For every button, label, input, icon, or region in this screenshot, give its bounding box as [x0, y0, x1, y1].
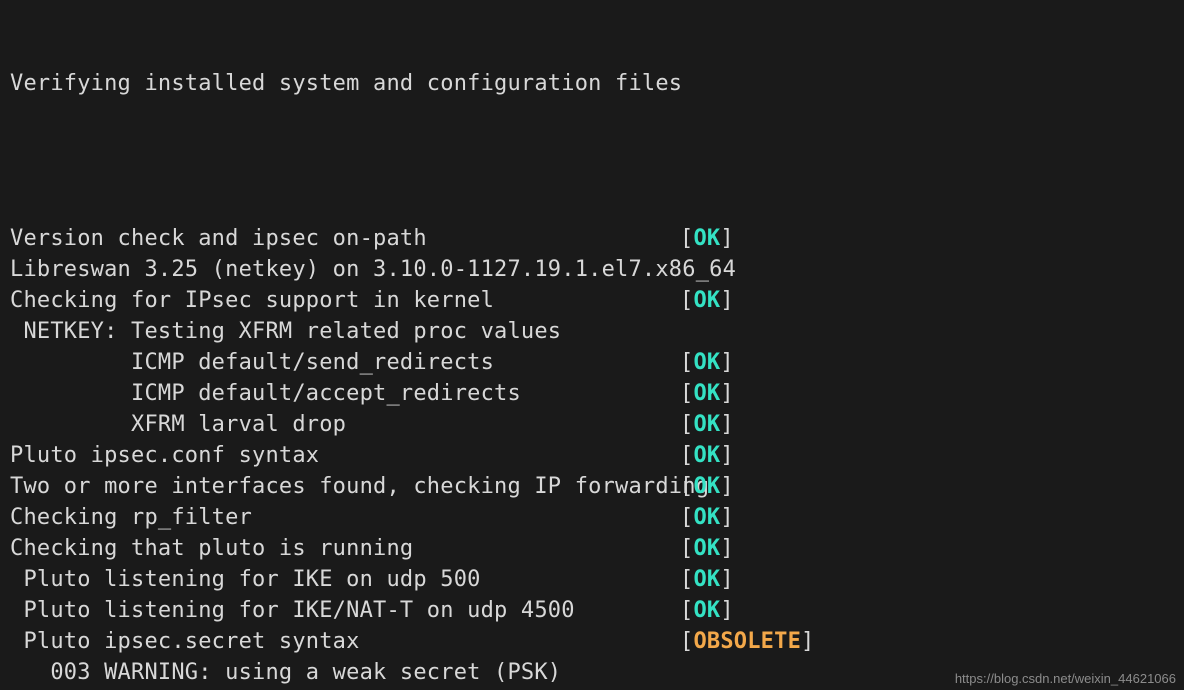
bracket-close: ]	[801, 629, 814, 654]
output-line: Libreswan 3.25 (netkey) on 3.10.0-1127.1…	[10, 254, 1174, 285]
bracket-close: ]	[720, 443, 733, 468]
status-warn: [OBSOLETE]	[680, 626, 814, 657]
bracket-close: ]	[720, 381, 733, 406]
line-label: Version check and ipsec on-path	[10, 223, 680, 254]
status-text: OK	[693, 536, 720, 561]
line-label: Pluto listening for IKE on udp 500	[10, 564, 680, 595]
line-label: Two or more interfaces found, checking I…	[10, 471, 680, 502]
bracket-open: [	[680, 412, 693, 437]
status-text: OK	[693, 412, 720, 437]
status-text: OK	[693, 443, 720, 468]
line-label: ICMP default/send_redirects	[10, 347, 680, 378]
status-text: OBSOLETE	[693, 629, 801, 654]
bracket-close: ]	[720, 474, 733, 499]
output-line: Checking that pluto is running[OK]	[10, 533, 1174, 564]
status-text: OK	[693, 288, 720, 313]
line-label: ICMP default/accept_redirects	[10, 378, 680, 409]
status-text: OK	[693, 381, 720, 406]
bracket-open: [	[680, 226, 693, 251]
status-ok: [OK]	[680, 595, 734, 626]
line-label: NETKEY: Testing XFRM related proc values	[10, 316, 680, 347]
bracket-open: [	[680, 350, 693, 375]
line-label: XFRM larval drop	[10, 409, 680, 440]
bracket-close: ]	[720, 505, 733, 530]
output-line: Pluto listening for IKE/NAT-T on udp 450…	[10, 595, 1174, 626]
output-line: Version check and ipsec on-path[OK]	[10, 223, 1174, 254]
bracket-open: [	[680, 536, 693, 561]
status-ok: [OK]	[680, 378, 734, 409]
line-label: Pluto listening for IKE/NAT-T on udp 450…	[10, 595, 680, 626]
status-text: OK	[693, 567, 720, 592]
line-label: Libreswan 3.25 (netkey) on 3.10.0-1127.1…	[10, 254, 680, 285]
terminal-output: Verifying installed system and configura…	[0, 0, 1184, 690]
line-label: Checking for IPsec support in kernel	[10, 285, 680, 316]
status-ok: [OK]	[680, 440, 734, 471]
bracket-close: ]	[720, 567, 733, 592]
status-ok: [OK]	[680, 285, 734, 316]
status-text: OK	[693, 505, 720, 530]
line-label: Pluto ipsec.conf syntax	[10, 440, 680, 471]
status-text: OK	[693, 226, 720, 251]
bracket-open: [	[680, 288, 693, 313]
status-text: OK	[693, 350, 720, 375]
bracket-open: [	[680, 598, 693, 623]
bracket-close: ]	[720, 598, 733, 623]
status-ok: [OK]	[680, 564, 734, 595]
line-label: Pluto ipsec.secret syntax	[10, 626, 680, 657]
watermark: https://blog.csdn.net/weixin_44621066	[955, 671, 1176, 686]
bracket-open: [	[680, 505, 693, 530]
bracket-open: [	[680, 443, 693, 468]
status-ok: [OK]	[680, 347, 734, 378]
status-ok: [OK]	[680, 223, 734, 254]
bracket-close: ]	[720, 226, 733, 251]
status-ok: [OK]	[680, 409, 734, 440]
bracket-open: [	[680, 474, 693, 499]
line-label: 003 WARNING: using a weak secret (PSK)	[10, 657, 680, 688]
output-line: ICMP default/send_redirects[OK]	[10, 347, 1174, 378]
output-line: NETKEY: Testing XFRM related proc values	[10, 316, 1174, 347]
line-label: Checking rp_filter	[10, 502, 680, 533]
status-ok: [OK]	[680, 533, 734, 564]
header-text: Verifying installed system and configura…	[10, 68, 680, 99]
bracket-close: ]	[720, 536, 733, 561]
output-line: Pluto ipsec.conf syntax[OK]	[10, 440, 1174, 471]
output-line: Pluto listening for IKE on udp 500[OK]	[10, 564, 1174, 595]
output-line: XFRM larval drop[OK]	[10, 409, 1174, 440]
bracket-close: ]	[720, 350, 733, 375]
bracket-close: ]	[720, 288, 733, 313]
bracket-open: [	[680, 381, 693, 406]
status-ok: [OK]	[680, 502, 734, 533]
status-ok: [OK]	[680, 471, 734, 502]
status-text: OK	[693, 474, 720, 499]
header-line: Verifying installed system and configura…	[10, 68, 1174, 99]
bracket-close: ]	[720, 412, 733, 437]
output-line: Two or more interfaces found, checking I…	[10, 471, 1174, 502]
status-text: OK	[693, 598, 720, 623]
output-line: ICMP default/accept_redirects[OK]	[10, 378, 1174, 409]
output-line: Checking for IPsec support in kernel[OK]	[10, 285, 1174, 316]
output-line: Pluto ipsec.secret syntax[OBSOLETE]	[10, 626, 1174, 657]
bracket-open: [	[680, 629, 693, 654]
bracket-open: [	[680, 567, 693, 592]
line-label: Checking that pluto is running	[10, 533, 680, 564]
output-line: Checking rp_filter[OK]	[10, 502, 1174, 533]
